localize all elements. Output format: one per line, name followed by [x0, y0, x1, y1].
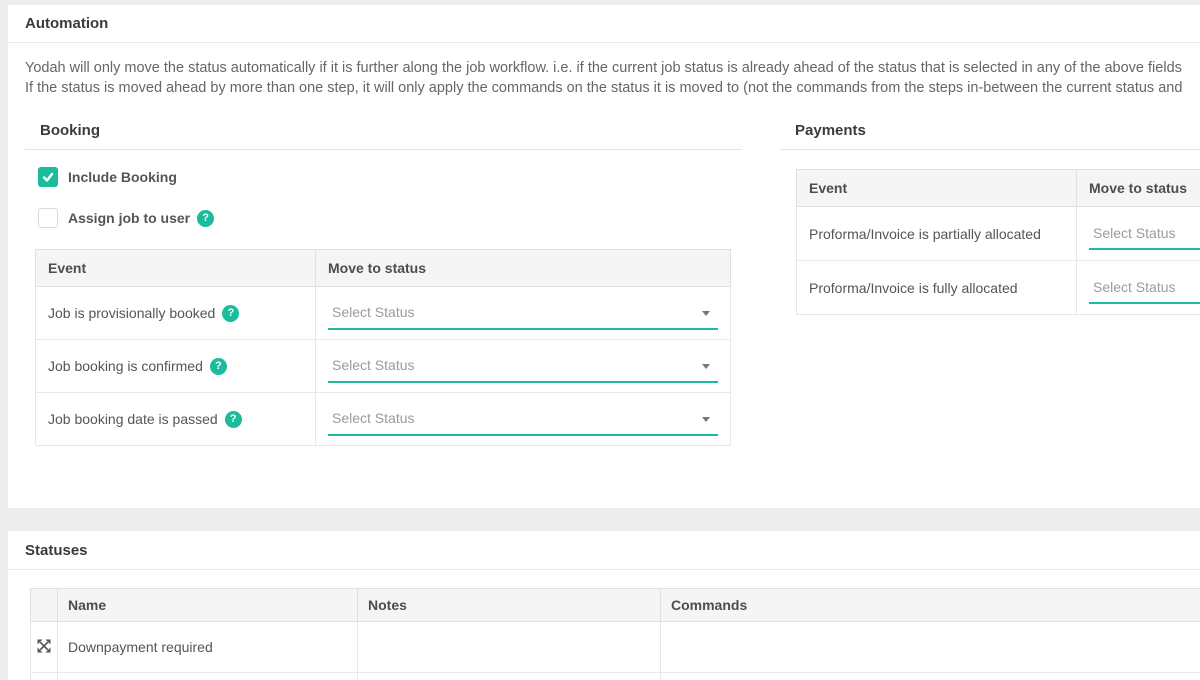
statuses-table-header-row: Name Notes Commands	[31, 589, 1200, 622]
payments-section-title: Payments	[780, 120, 1200, 150]
status-row-downpayment-required: Downpayment required	[31, 622, 1200, 673]
include-booking-checkbox[interactable]	[38, 167, 58, 187]
status-select-placeholder: Select Status	[328, 357, 415, 373]
assign-job-label: Assign job to user	[68, 210, 190, 226]
status-row-partial	[31, 673, 1200, 680]
status-drag-cell	[31, 622, 58, 673]
automation-panel-title: Automation	[8, 5, 1200, 43]
booking-event-cell: Job booking is confirmed ?	[36, 340, 316, 393]
status-select[interactable]: Select Status	[1089, 217, 1200, 250]
assign-job-checkbox[interactable]	[38, 208, 58, 228]
status-notes-cell	[358, 622, 661, 673]
include-booking-row: Include Booking	[38, 167, 742, 187]
payments-section: Payments Event Move to status Proforma/I…	[780, 120, 1200, 446]
booking-event-label: Job is provisionally booked	[48, 305, 215, 321]
booking-move-cell: Select Status	[316, 340, 731, 393]
booking-event-cell: Job booking date is passed ?	[36, 393, 316, 446]
automation-description-line-1: Yodah will only move the status automati…	[25, 59, 1200, 79]
statuses-header-commands: Commands	[661, 589, 1200, 622]
booking-header-move: Move to status	[316, 250, 731, 287]
payments-event-cell: Proforma/Invoice is partially allocated	[797, 207, 1077, 261]
booking-section: Booking Include Booking Assign job to us…	[25, 120, 742, 446]
payments-events-table: Event Move to status Proforma/Invoice is…	[796, 169, 1200, 315]
status-select[interactable]: Select Status	[1089, 271, 1200, 304]
payments-table-header-row: Event Move to status	[797, 170, 1200, 207]
booking-table-header-row: Event Move to status	[36, 250, 731, 287]
payments-move-cell: Select Status	[1077, 207, 1200, 261]
automation-panel-body: Yodah will only move the status automati…	[8, 43, 1200, 446]
booking-row-booking-confirmed: Job booking is confirmed ? Select Status	[36, 340, 731, 393]
status-name-cell: Downpayment required	[58, 622, 358, 673]
booking-event-label: Job booking date is passed	[48, 411, 218, 427]
assign-job-row: Assign job to user ?	[38, 208, 742, 228]
payments-header-move: Move to status	[1077, 170, 1200, 207]
caret-down-icon	[702, 311, 710, 316]
drag-move-icon[interactable]	[37, 639, 51, 653]
statuses-table: Name Notes Commands	[30, 588, 1200, 680]
status-commands-cell	[661, 622, 1200, 673]
status-select-placeholder: Select Status	[1089, 279, 1176, 295]
statuses-panel: Statuses Name Notes Commands	[8, 531, 1200, 680]
checkmark-icon	[41, 170, 55, 184]
statuses-panel-title: Statuses	[8, 531, 1200, 570]
statuses-header-notes: Notes	[358, 589, 661, 622]
statuses-panel-body: Name Notes Commands	[8, 570, 1200, 680]
status-name-cell	[58, 673, 358, 680]
event-help-icon[interactable]: ?	[225, 411, 242, 428]
statuses-header-drag	[31, 589, 58, 622]
automation-description-line-2: If the status is moved ahead by more tha…	[25, 79, 1200, 99]
payments-row-fully-allocated: Proforma/Invoice is fully allocated Sele…	[797, 261, 1200, 315]
booking-row-provisionally-booked: Job is provisionally booked ? Select Sta…	[36, 287, 731, 340]
payments-event-cell: Proforma/Invoice is fully allocated	[797, 261, 1077, 315]
booking-move-cell: Select Status	[316, 287, 731, 340]
status-select[interactable]: Select Status	[328, 350, 718, 383]
caret-down-icon	[702, 417, 710, 422]
booking-header-event: Event	[36, 250, 316, 287]
statuses-header-name: Name	[58, 589, 358, 622]
booking-event-cell: Job is provisionally booked ?	[36, 287, 316, 340]
status-select-placeholder: Select Status	[1089, 225, 1176, 241]
status-select-placeholder: Select Status	[328, 410, 415, 426]
event-help-icon[interactable]: ?	[210, 358, 227, 375]
status-select[interactable]: Select Status	[328, 297, 718, 330]
booking-checkboxes: Include Booking Assign job to user ?	[25, 150, 742, 228]
status-notes-cell	[358, 673, 661, 680]
event-help-icon[interactable]: ?	[222, 305, 239, 322]
automation-columns: Booking Include Booking Assign job to us…	[25, 120, 1200, 446]
include-booking-label: Include Booking	[68, 169, 177, 185]
caret-down-icon	[702, 364, 710, 369]
booking-events-table: Event Move to status Job is provisionall…	[35, 249, 731, 446]
payments-row-partially-allocated: Proforma/Invoice is partially allocated …	[797, 207, 1200, 261]
booking-event-label: Job booking is confirmed	[48, 358, 203, 374]
status-select[interactable]: Select Status	[328, 403, 718, 436]
automation-panel: Automation Yodah will only move the stat…	[8, 5, 1200, 508]
payments-move-cell: Select Status	[1077, 261, 1200, 315]
status-drag-cell	[31, 673, 58, 680]
booking-row-date-passed: Job booking date is passed ? Select Stat…	[36, 393, 731, 446]
status-commands-cell	[661, 673, 1200, 680]
booking-section-title: Booking	[25, 120, 742, 150]
status-select-placeholder: Select Status	[328, 304, 415, 320]
booking-move-cell: Select Status	[316, 393, 731, 446]
payments-header-event: Event	[797, 170, 1077, 207]
assign-job-help-icon[interactable]: ?	[197, 210, 214, 227]
